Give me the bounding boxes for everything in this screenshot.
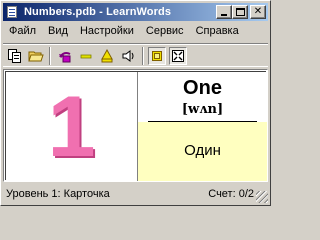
window-title: Numbers.pdb - LearnWords <box>24 6 172 18</box>
sound-icon <box>122 50 134 62</box>
card-flip-button[interactable] <box>56 47 74 65</box>
open-button[interactable] <box>27 47 45 65</box>
minus-button[interactable] <box>77 47 95 65</box>
minus-icon <box>80 54 92 59</box>
fullscreen-icon <box>172 50 184 62</box>
maximize-icon <box>236 8 245 16</box>
card-word: One <box>183 77 222 99</box>
minimize-icon <box>221 14 227 16</box>
close-button[interactable]: ✕ <box>250 5 266 19</box>
close-icon: ✕ <box>253 6 263 17</box>
card-translation: Один <box>184 142 221 159</box>
toolbar <box>3 43 268 67</box>
menu-file[interactable]: Файл <box>3 23 42 40</box>
sound-button[interactable] <box>119 47 137 65</box>
translation-panel[interactable]: Один <box>138 122 267 181</box>
fullscreen-button[interactable] <box>169 47 187 65</box>
minimize-button[interactable] <box>216 5 232 19</box>
status-level: Уровень 1: Карточка <box>6 188 110 200</box>
status-score: Счет: 0/2 <box>208 188 254 200</box>
open-folder-icon <box>28 51 44 62</box>
menu-service[interactable]: Сервис <box>140 23 190 40</box>
status-bar: Уровень 1: Карточка Счет: 0/2 <box>3 185 268 203</box>
picture-pane[interactable]: 1 <box>6 72 137 181</box>
menu-settings[interactable]: Настройки <box>74 23 140 40</box>
card-area: 1 One [wʌn] Один <box>3 69 268 182</box>
app-window: Numbers.pdb - LearnWords ✕ Файл Вид Наст… <box>0 0 271 206</box>
card-flip-icon <box>59 52 71 63</box>
copy-icon <box>8 49 21 63</box>
warning-icon <box>101 48 113 63</box>
card-picture-number: 1 <box>47 79 96 175</box>
maximize-button[interactable] <box>232 5 248 19</box>
app-icon[interactable] <box>5 5 21 19</box>
card-mode-button[interactable] <box>148 47 166 65</box>
card-mode-icon <box>152 51 162 61</box>
card-transcription: [wʌn] <box>181 102 224 117</box>
word-pane[interactable]: One [wʌn] Один <box>138 72 267 181</box>
menu-view[interactable]: Вид <box>42 23 74 40</box>
menu-help[interactable]: Справка <box>190 23 245 40</box>
copy-button[interactable] <box>6 47 24 65</box>
warning-button[interactable] <box>98 47 116 65</box>
menu-bar: Файл Вид Настройки Сервис Справка <box>3 22 268 41</box>
title-bar[interactable]: Numbers.pdb - LearnWords ✕ <box>3 3 268 21</box>
resize-grip[interactable] <box>256 191 268 203</box>
